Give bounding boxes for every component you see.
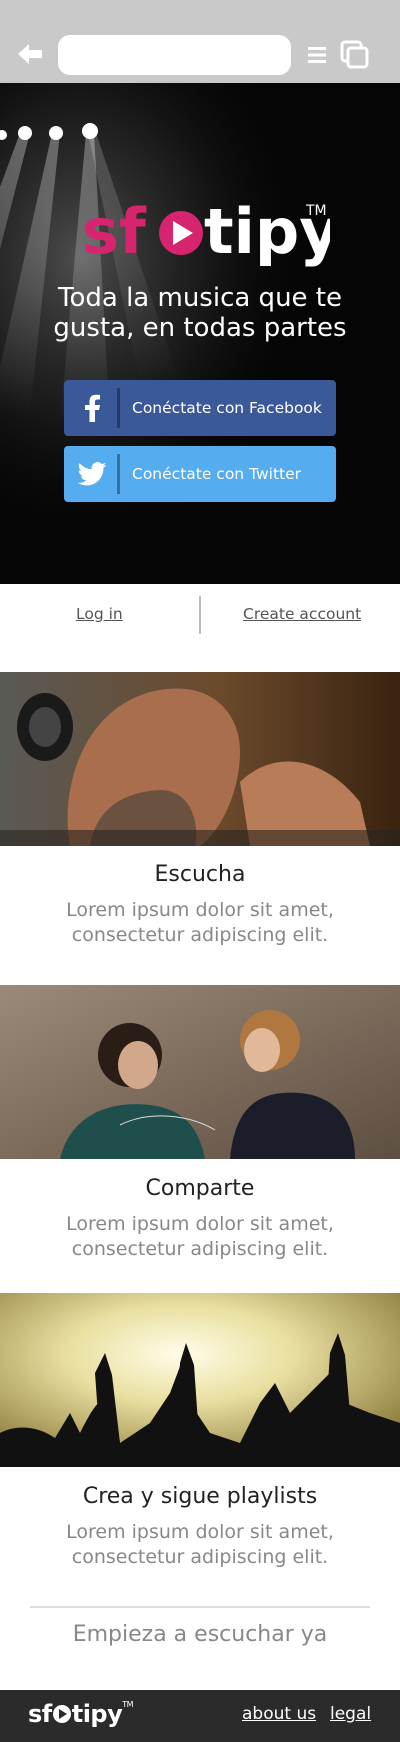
svg-text:TM: TM bbox=[305, 203, 327, 219]
feature-image-share bbox=[0, 985, 400, 1159]
twitter-connect-label: Conéctate con Twitter bbox=[132, 465, 302, 483]
hero-tagline: Toda la musica que te gusta, en todas pa… bbox=[53, 283, 347, 343]
feature-title-share: Comparte bbox=[145, 1176, 255, 1201]
footer: sf tipyTM about us legal bbox=[0, 1690, 400, 1742]
feature-title-playlists: Crea y sigue playlists bbox=[82, 1484, 318, 1509]
auth-row: Log in Create account bbox=[0, 584, 400, 644]
feature-image-playlists bbox=[0, 1293, 400, 1467]
back-arrow-icon[interactable] bbox=[14, 38, 46, 70]
browser-chrome bbox=[0, 0, 400, 83]
hero-section: sf tipy TM Toda la musica que te gusta, … bbox=[0, 83, 400, 584]
feature-desc-share: Lorem ipsum dolor sit amet, consectetur … bbox=[66, 1213, 334, 1260]
feature-title-listen: Escucha bbox=[154, 862, 246, 887]
sfotipy-logo: sf tipy TM bbox=[0, 183, 400, 268]
hamburger-menu-icon[interactable] bbox=[306, 44, 328, 66]
section-divider bbox=[30, 1606, 370, 1608]
svg-text:sf: sf bbox=[82, 195, 147, 268]
facebook-connect-label: Conéctate con Facebook bbox=[132, 399, 322, 417]
facebook-connect-button[interactable]: Conéctate con Facebook bbox=[64, 380, 336, 436]
tabs-icon[interactable] bbox=[340, 40, 370, 70]
legal-link[interactable]: legal bbox=[330, 1704, 371, 1724]
about-us-link[interactable]: about us bbox=[242, 1704, 316, 1724]
twitter-icon bbox=[64, 446, 120, 502]
start-listening-cta[interactable]: Empieza a escuchar ya bbox=[0, 1622, 400, 1647]
footer-logo[interactable]: sf tipyTM bbox=[28, 1700, 134, 1728]
create-account-link[interactable]: Create account bbox=[243, 584, 361, 644]
footer-play-icon bbox=[52, 1705, 71, 1723]
login-link[interactable]: Log in bbox=[76, 584, 123, 644]
feature-desc-playlists: Lorem ipsum dolor sit amet, consectetur … bbox=[66, 1521, 334, 1568]
feature-desc-listen: Lorem ipsum dolor sit amet, consectetur … bbox=[66, 899, 334, 946]
auth-divider bbox=[199, 596, 201, 634]
url-bar[interactable] bbox=[58, 35, 291, 75]
facebook-icon bbox=[64, 380, 120, 436]
logo-svg: sf tipy TM bbox=[82, 195, 340, 268]
feature-image-listen bbox=[0, 672, 400, 846]
twitter-connect-button[interactable]: Conéctate con Twitter bbox=[64, 446, 336, 502]
